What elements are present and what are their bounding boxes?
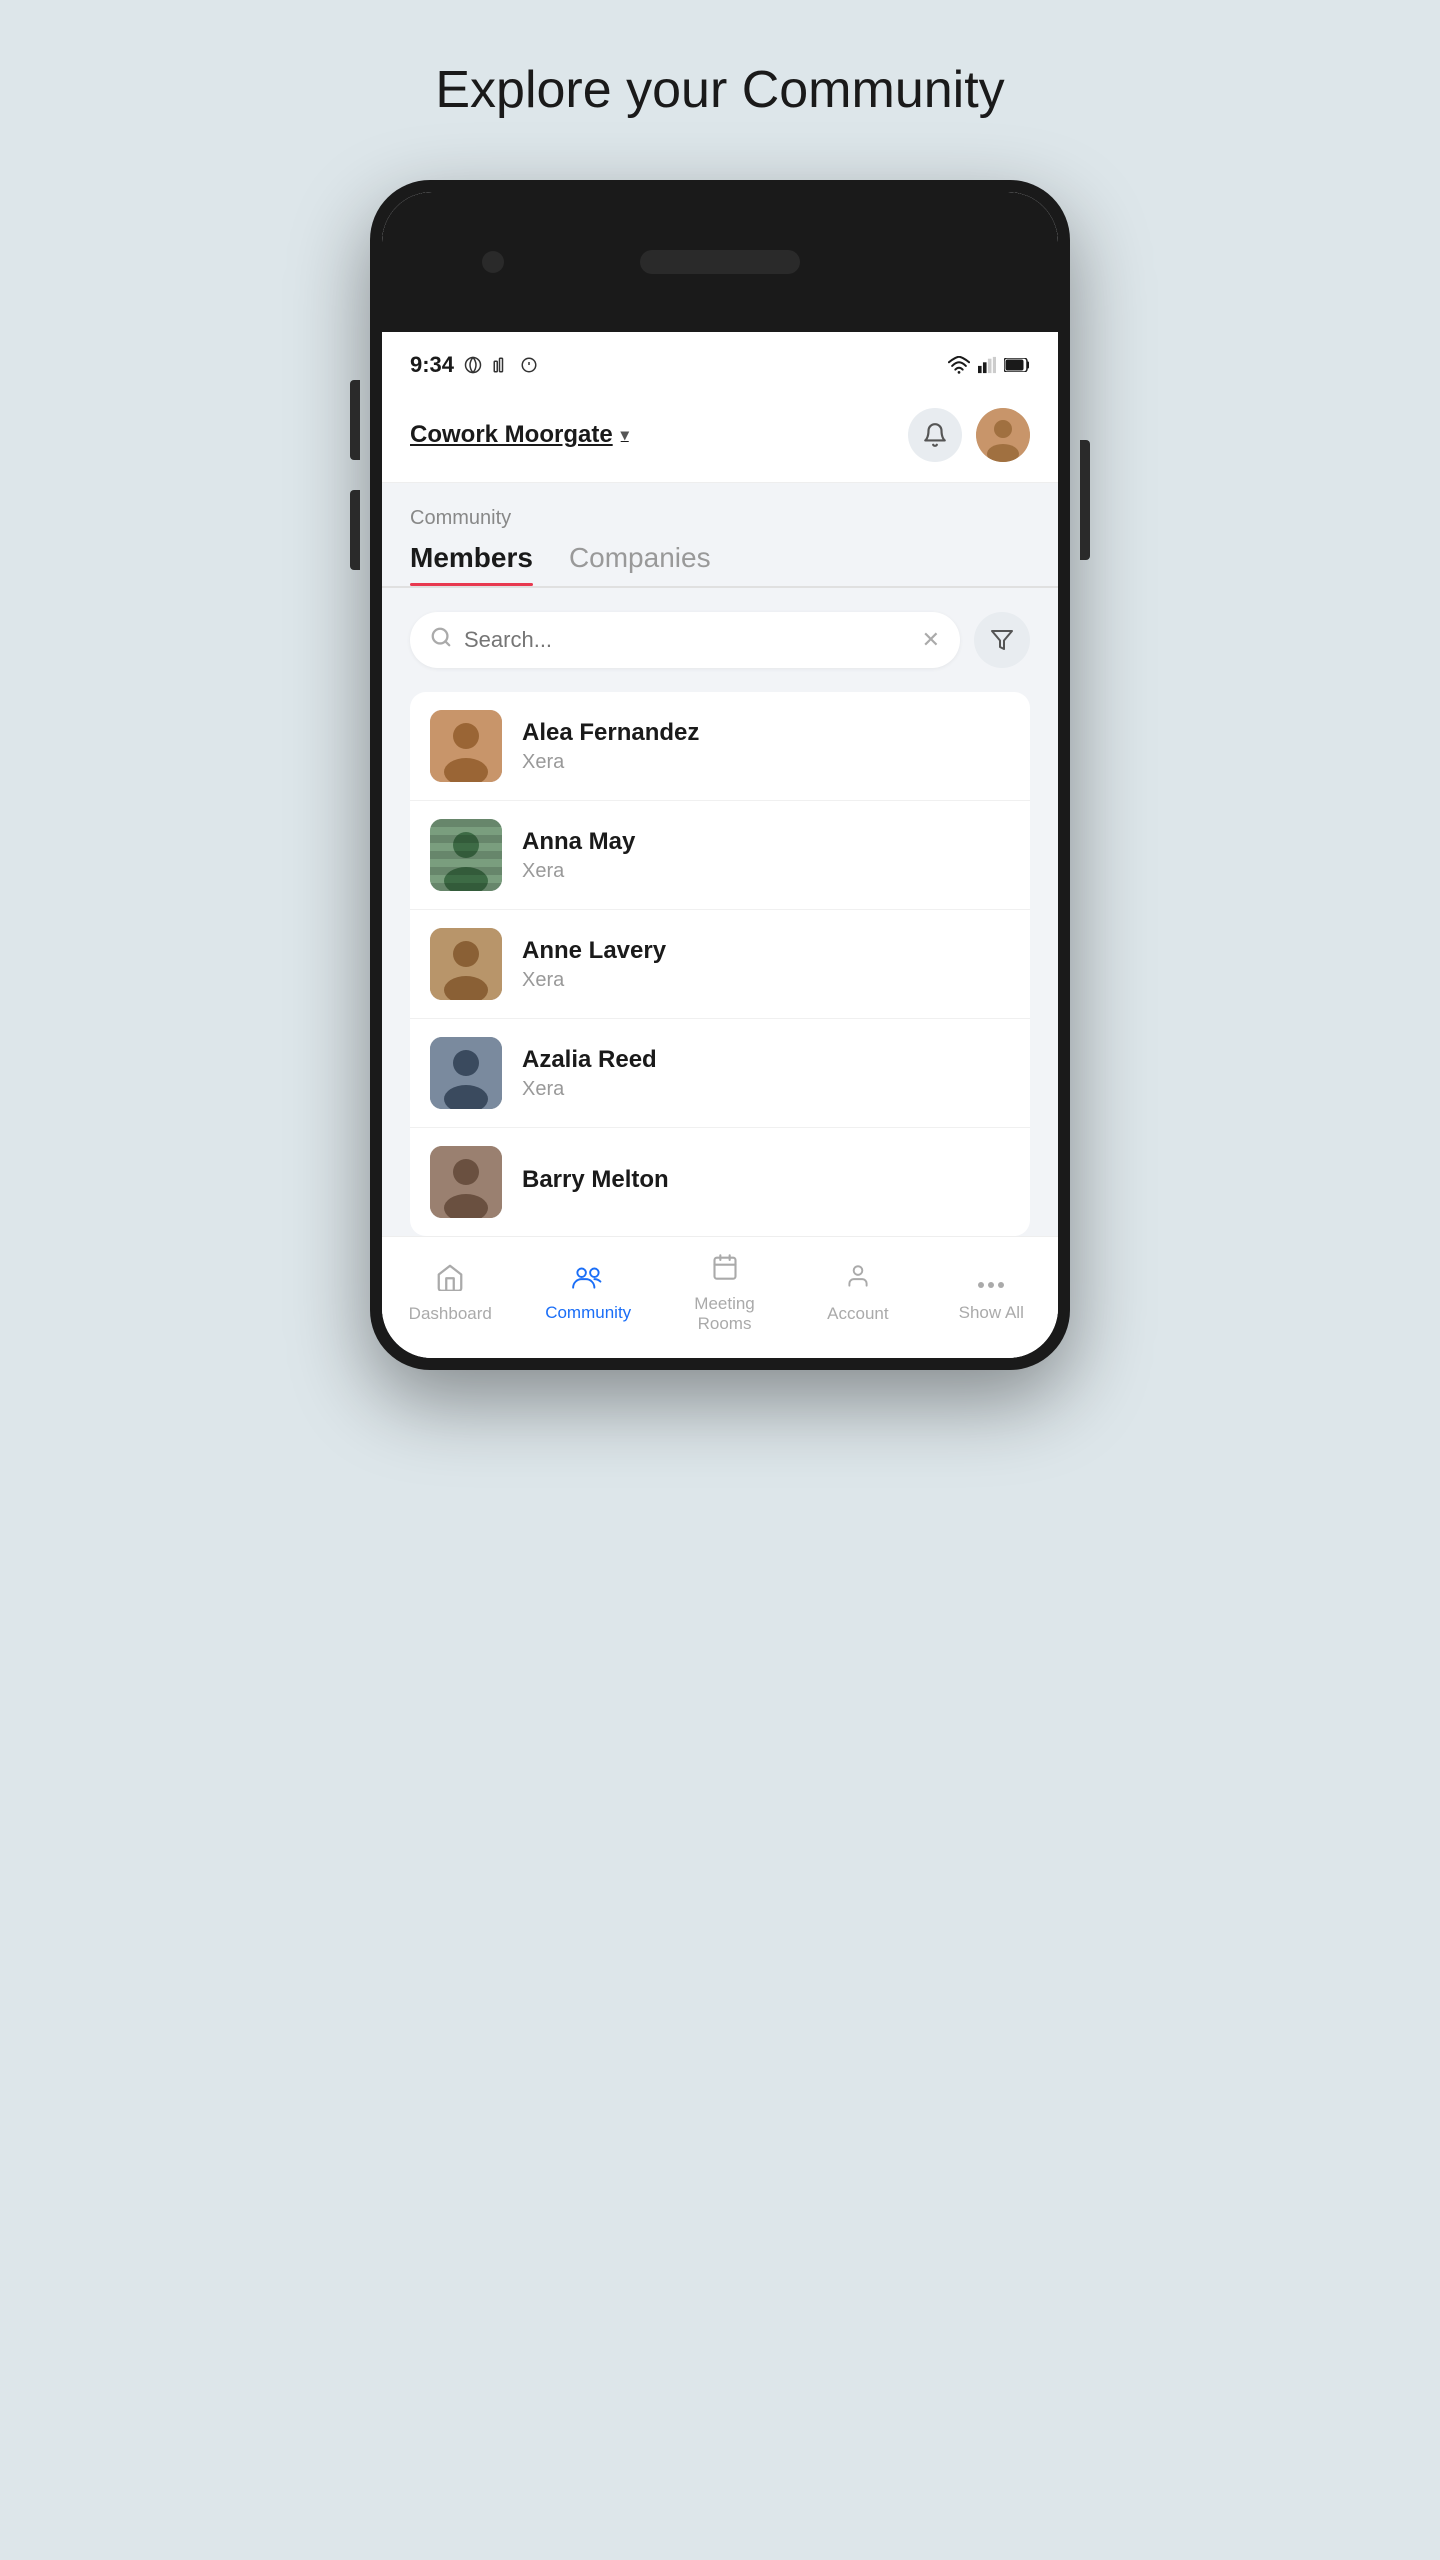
nav-item-community[interactable]: Community [545, 1264, 631, 1323]
nav-label-dashboard: Dashboard [409, 1304, 492, 1324]
member-name: Alea Fernandez [522, 719, 1010, 747]
list-item[interactable]: Barry Melton [410, 1128, 1030, 1236]
list-item[interactable]: Alea Fernandez Xera [410, 692, 1030, 801]
community-icon [571, 1264, 605, 1297]
nav-item-meeting-rooms[interactable]: MeetingRooms [685, 1253, 765, 1334]
chevron-down-icon: ▾ [621, 425, 629, 445]
camera [482, 251, 504, 273]
filter-icon [990, 628, 1014, 652]
status-icon-1 [464, 356, 482, 374]
nav-item-account[interactable]: Account [818, 1263, 898, 1324]
status-bar: 9:34 [382, 332, 1058, 392]
bottom-nav: Dashboard Community [382, 1236, 1058, 1358]
search-row: ✕ [410, 612, 1030, 668]
member-avatar [430, 928, 502, 1000]
member-info: Anne Lavery Xera [522, 937, 1010, 992]
speaker [640, 250, 800, 274]
member-company: Xera [522, 751, 1010, 774]
phone-bezel-top [382, 192, 1058, 332]
member-info: Azalia Reed Xera [522, 1046, 1010, 1101]
member-avatar [430, 1146, 502, 1218]
battery-icon [1004, 358, 1030, 372]
vol-up-button [350, 380, 360, 460]
status-icons-right [948, 356, 1030, 374]
member-name: Azalia Reed [522, 1046, 1010, 1074]
vol-down-button [350, 490, 360, 570]
status-icon-2 [492, 356, 510, 374]
member-info: Barry Melton [522, 1166, 1010, 1198]
tab-divider [382, 586, 1058, 588]
status-time: 9:34 [410, 352, 454, 378]
workspace-selector[interactable]: Cowork Moorgate ▾ [410, 421, 629, 449]
member-name: Anne Lavery [522, 937, 1010, 965]
power-button [1080, 440, 1090, 560]
list-item[interactable]: Azalia Reed Xera [410, 1019, 1030, 1128]
content-area: Community Members Companies [382, 483, 1058, 1236]
screen: 9:34 [382, 332, 1058, 1358]
search-box: ✕ [410, 612, 960, 668]
bell-icon [922, 422, 948, 448]
user-avatar-button[interactable] [976, 408, 1030, 462]
workspace-label: Cowork Moorgate [410, 421, 613, 449]
page-title: Explore your Community [435, 60, 1004, 120]
nav-label-account: Account [827, 1304, 888, 1324]
tabs: Members Companies [410, 542, 1030, 586]
member-info: Anna May Xera [522, 828, 1010, 883]
wifi-icon [948, 356, 970, 374]
user-avatar-image [976, 408, 1030, 462]
tab-members[interactable]: Members [410, 542, 533, 586]
status-icon-3 [520, 356, 538, 374]
search-icon [430, 626, 452, 654]
app-bar-actions [908, 408, 1030, 462]
section-label: Community [410, 507, 1030, 530]
nav-item-show-all[interactable]: Show All [951, 1265, 1031, 1323]
search-input[interactable] [464, 627, 910, 653]
notification-button[interactable] [908, 408, 962, 462]
member-avatar [430, 1037, 502, 1109]
nav-label-show-all: Show All [959, 1303, 1024, 1323]
app-bar: Cowork Moorgate ▾ [382, 392, 1058, 483]
nav-label-community: Community [545, 1303, 631, 1323]
member-info: Alea Fernandez Xera [522, 719, 1010, 774]
member-name: Barry Melton [522, 1166, 1010, 1194]
nav-label-meeting-rooms: MeetingRooms [694, 1294, 754, 1334]
dots-icon [976, 1265, 1006, 1297]
member-avatar [430, 819, 502, 891]
search-clear-icon[interactable]: ✕ [922, 627, 940, 653]
member-company: Xera [522, 1078, 1010, 1101]
signal-icon [978, 356, 996, 374]
calendar-icon [711, 1253, 739, 1288]
member-company: Xera [522, 969, 1010, 992]
list-item[interactable]: Anna May Xera [410, 801, 1030, 910]
list-item[interactable]: Anne Lavery Xera [410, 910, 1030, 1019]
member-avatar [430, 710, 502, 782]
tab-companies[interactable]: Companies [569, 542, 711, 586]
member-company: Xera [522, 860, 1010, 883]
member-name: Anna May [522, 828, 1010, 856]
member-list: Alea Fernandez Xera [410, 692, 1030, 1236]
person-icon [845, 1263, 871, 1298]
filter-button[interactable] [974, 612, 1030, 668]
phone-frame: 9:34 [370, 180, 1070, 1370]
status-left: 9:34 [410, 352, 538, 378]
nav-item-dashboard[interactable]: Dashboard [409, 1263, 492, 1324]
home-icon [435, 1263, 465, 1298]
phone-screen: 9:34 [382, 192, 1058, 1358]
